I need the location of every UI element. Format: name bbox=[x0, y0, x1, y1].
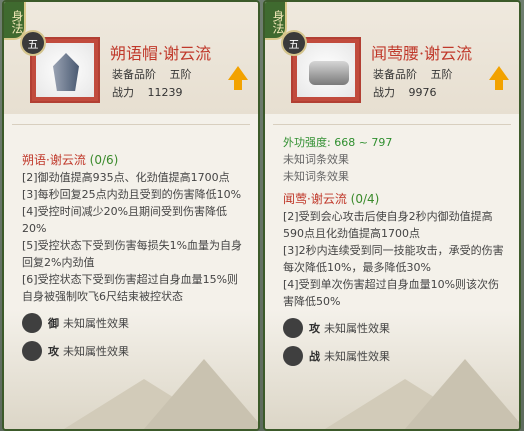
set-bonus-line: [4]受控时间减少20%且期间受到伤害降低20% bbox=[22, 205, 228, 235]
set-bonus-line: [2]受到会心攻击后使自身2秒内御劲值提高590点且化劲值提高1700点 bbox=[283, 210, 493, 240]
grade-label: 装备品阶 bbox=[112, 68, 156, 81]
effect-text: 未知属性效果 bbox=[324, 349, 390, 363]
effect-orb-icon bbox=[22, 313, 42, 333]
set-name: 朔语·谢云流 bbox=[22, 153, 86, 167]
effect-orb-icon bbox=[283, 318, 303, 338]
item-title: 闻莺腰·谢云流 bbox=[371, 44, 473, 63]
set-bonus-line: [4]受到单次伤害超过自身血量10%则该次伤害降低50% bbox=[283, 278, 500, 308]
set-bonus-title: 朔语·谢云流 (0/6) bbox=[22, 152, 248, 169]
power-label: 战力 bbox=[373, 86, 395, 99]
effect-text: 未知属性效果 bbox=[63, 316, 129, 330]
equipment-card-right: 身法 五 闻莺腰·谢云流 装备品阶 五阶 战力 9976 外功强度: 668 ~… bbox=[263, 0, 521, 431]
attribute-effect-row: 攻 未知属性效果 bbox=[283, 318, 509, 338]
grade-label: 装备品阶 bbox=[373, 68, 417, 81]
attribute-effect-row: 攻 未知属性效果 bbox=[22, 341, 248, 361]
set-bonus-line: [3]2秒内连续受到同一技能攻击，承受的伤害每次降低10%，最多降低30% bbox=[283, 244, 504, 274]
power-label: 战力 bbox=[112, 86, 134, 99]
upgrade-arrow-icon[interactable] bbox=[228, 66, 248, 90]
power-value: 9976 bbox=[408, 86, 437, 99]
upgrade-arrow-icon[interactable] bbox=[489, 66, 509, 90]
effect-char: 攻 bbox=[309, 321, 320, 335]
item-details: 外功强度: 668 ~ 797 未知词条效果 未知词条效果 闻莺·谢云流 (0/… bbox=[283, 134, 509, 366]
effect-char: 攻 bbox=[48, 344, 59, 358]
item-title: 朔语帽·谢云流 bbox=[110, 44, 212, 63]
set-bonus-line: [3]每秒回复25点内劲且受到的伤害降低10% bbox=[22, 188, 242, 201]
set-bonus-title: 闻莺·谢云流 (0/4) bbox=[283, 191, 509, 208]
grade-badge: 五 bbox=[20, 30, 46, 56]
effect-char: 战 bbox=[309, 349, 320, 363]
set-name: 闻莺·谢云流 bbox=[283, 192, 347, 206]
set-count: (0/6) bbox=[89, 153, 119, 167]
set-bonus-line: [6]受控状态下受到伤害超过自身血量15%则自身被强制吹飞6尺结束被控状态 bbox=[22, 273, 239, 303]
attribute-effect-row: 御 未知属性效果 bbox=[22, 313, 248, 333]
effect-orb-icon bbox=[22, 341, 42, 361]
unknown-affix: 未知词条效果 bbox=[283, 170, 349, 183]
item-details: 朔语·谢云流 (0/6) [2]御劲值提高935点、化劲值提高1700点 [3]… bbox=[22, 152, 248, 361]
divider bbox=[273, 124, 511, 125]
power-value: 11239 bbox=[147, 86, 183, 99]
power-row: 战力 9976 bbox=[373, 84, 437, 100]
set-bonus-line: [2]御劲值提高935点、化劲值提高1700点 bbox=[22, 171, 230, 184]
attribute-effect-row: 战 未知属性效果 bbox=[283, 346, 509, 366]
belt-icon bbox=[297, 43, 355, 97]
effect-orb-icon bbox=[283, 346, 303, 366]
external-power-stat: 外功强度: 668 ~ 797 bbox=[283, 136, 393, 149]
grade-value: 五阶 bbox=[169, 68, 192, 81]
effect-char: 御 bbox=[48, 316, 59, 330]
set-bonus-line: [5]受控状态下受到伤害每损失1%血量为自身回复2%内劲值 bbox=[22, 239, 243, 269]
item-grade-row: 装备品阶 五阶 bbox=[112, 66, 192, 82]
set-count: (0/4) bbox=[350, 192, 380, 206]
item-grade-row: 装备品阶 五阶 bbox=[373, 66, 453, 82]
power-row: 战力 11239 bbox=[112, 84, 183, 100]
effect-text: 未知属性效果 bbox=[63, 344, 129, 358]
effect-text: 未知属性效果 bbox=[324, 321, 390, 335]
grade-value: 五阶 bbox=[430, 68, 453, 81]
equipment-card-left: 身法 五 朔语帽·谢云流 装备品阶 五阶 战力 11239 朔语·谢云流 (0/… bbox=[2, 0, 260, 431]
grade-badge: 五 bbox=[281, 30, 307, 56]
helmet-icon bbox=[36, 43, 94, 97]
divider bbox=[12, 124, 250, 125]
equipment-compare-view: 身法 五 朔语帽·谢云流 装备品阶 五阶 战力 11239 朔语·谢云流 (0/… bbox=[0, 0, 524, 431]
unknown-affix: 未知词条效果 bbox=[283, 153, 349, 166]
